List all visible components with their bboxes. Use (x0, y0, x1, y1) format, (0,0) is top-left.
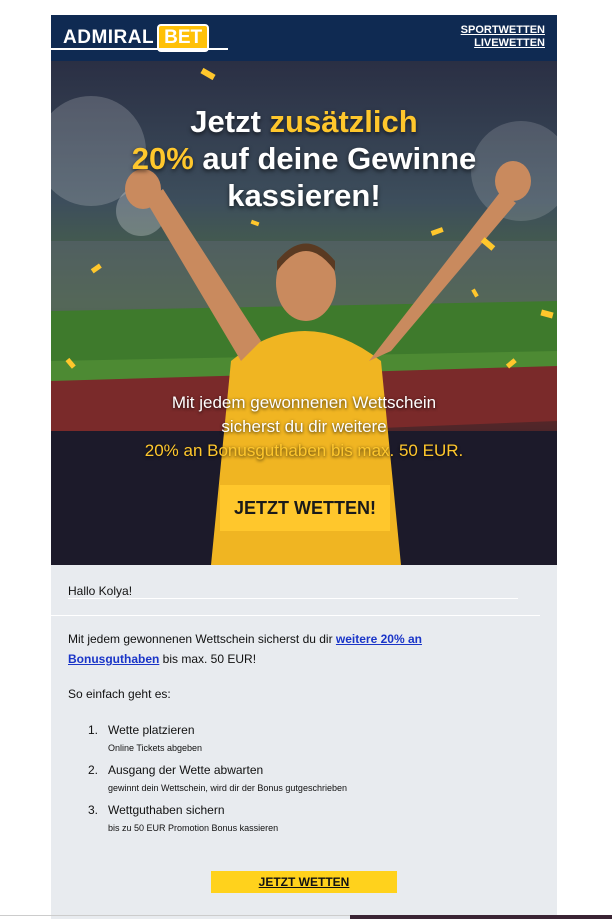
headline-text: kassieren! (227, 178, 381, 213)
headline-percent: 20% (131, 141, 194, 176)
subline-highlight: 20% an Bonusguthaben bis max. 50 EUR. (144, 441, 464, 460)
divider (51, 615, 540, 616)
body-cta-button[interactable]: JETZT WETTEN (211, 871, 397, 893)
email-body: Hallo Kolya! Mit jedem gewonnenen Wettsc… (51, 565, 557, 919)
step-description: gewinnt dein Wettschein, wird dir der Bo… (108, 783, 347, 793)
bottom-bar (350, 915, 612, 919)
step-number: 1. (88, 723, 99, 737)
email-header: ADMIRAL BET SPORTWETTEN LIVEWETTEN (51, 15, 557, 61)
admiralbet-logo[interactable]: ADMIRAL BET (63, 24, 210, 52)
list-item: 3. Wettguthaben sichern bis zu 50 EUR Pr… (88, 803, 528, 843)
hero-headline: Jetzt zusätzlich 20% auf deine Gewinne k… (51, 103, 557, 214)
divider (0, 915, 350, 916)
hero-cta-button[interactable]: JETZT WETTEN! (220, 485, 390, 531)
greeting: Hallo Kolya! (68, 584, 133, 598)
paragraph-text: Mit jedem gewonnenen Wettschein sicherst… (68, 632, 336, 646)
step-title: Ausgang der Wette abwarten (108, 763, 264, 777)
headline-text: Jetzt (190, 104, 270, 139)
divider (68, 598, 518, 599)
step-number: 2. (88, 763, 99, 777)
step-description: Online Tickets abgeben (108, 743, 203, 753)
nav-link-livewetten[interactable]: LIVEWETTEN (461, 37, 545, 50)
subline-text: sicherst du dir weitere (221, 417, 387, 436)
step-number: 3. (88, 803, 99, 817)
steps-list: 1. Wette platzieren Online Tickets abgeb… (88, 723, 528, 843)
subline-text: Mit jedem gewonnenen Wettschein (171, 393, 437, 412)
logo-underline (51, 48, 228, 50)
paragraph-text: bis max. 50 EUR! (159, 652, 257, 666)
logo-text-admiral: ADMIRAL (63, 27, 155, 48)
intro-paragraph: Mit jedem gewonnenen Wettschein sicherst… (68, 629, 468, 669)
list-item: 1. Wette platzieren Online Tickets abgeb… (88, 723, 528, 763)
step-description: bis zu 50 EUR Promotion Bonus kassieren (108, 823, 279, 833)
hero-subline: Mit jedem gewonnenen Wettschein sicherst… (51, 391, 557, 463)
headline-text: auf deine Gewinne (193, 141, 477, 176)
list-item: 2. Ausgang der Wette abwarten gewinnt de… (88, 763, 528, 803)
nav-link-sportwetten[interactable]: SPORTWETTEN (461, 24, 545, 37)
step-title: Wettguthaben sichern (108, 803, 225, 817)
hero-banner[interactable]: Jetzt zusätzlich 20% auf deine Gewinne k… (51, 61, 557, 565)
step-title: Wette platzieren (108, 723, 195, 737)
email-frame: ADMIRAL BET SPORTWETTEN LIVEWETTEN Jetzt… (51, 15, 557, 919)
steps-intro: So einfach geht es: (68, 687, 171, 701)
headline-highlight: zusätzlich (269, 104, 418, 139)
header-nav: SPORTWETTEN LIVEWETTEN (461, 24, 545, 50)
